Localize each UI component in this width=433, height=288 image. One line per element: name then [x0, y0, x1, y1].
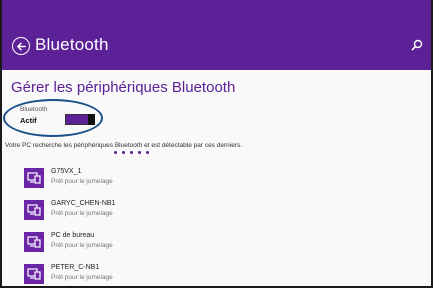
device-item[interactable]: GARYC_CHEN-NB1 Prêt pour le jumelage [24, 199, 264, 229]
computer-device-icon [24, 264, 44, 284]
computer-device-icon [24, 200, 44, 220]
content-area: Gérer les périphériques Bluetooth Blueto… [2, 70, 431, 286]
device-item[interactable]: G75VX_1 Prêt pour le jumelage [24, 167, 264, 197]
device-item[interactable]: PC de bureau Prêt pour le jumelage [24, 231, 264, 261]
device-status: Prêt pour le jumelage [51, 274, 113, 281]
device-name: G75VX_1 [51, 168, 82, 175]
progress-dot [122, 151, 125, 154]
device-status: Prêt pour le jumelage [51, 178, 113, 185]
toggle-knob [88, 114, 95, 125]
bluetooth-state-text: Actif [20, 116, 37, 125]
discovery-description: Votre PC recherche les périphériques Blu… [5, 142, 243, 149]
device-name: PETER_C-NB1 [51, 264, 100, 271]
search-icon[interactable] [411, 39, 423, 51]
progress-dot [130, 151, 133, 154]
device-item[interactable]: PETER_C-NB1 Prêt pour le jumelage [24, 263, 264, 286]
computer-device-icon [24, 168, 44, 188]
back-arrow-icon [16, 42, 26, 50]
searching-progress-dots [114, 151, 149, 154]
header-bar: Bluetooth [2, 0, 431, 70]
device-name: PC de bureau [51, 232, 95, 239]
device-list: G75VX_1 Prêt pour le jumelage GARYC_CHEN… [24, 167, 264, 286]
computer-device-icon [24, 232, 44, 252]
page-title: Gérer les périphériques Bluetooth [11, 79, 236, 96]
progress-dot [114, 151, 117, 154]
progress-dot [138, 151, 141, 154]
bluetooth-toggle[interactable] [65, 114, 95, 125]
bluetooth-label: Bluetooth [20, 106, 48, 113]
bluetooth-settings-window: Bluetooth Gérer les périphériques Blueto… [0, 0, 433, 288]
device-status: Prêt pour le jumelage [51, 242, 113, 249]
device-name: GARYC_CHEN-NB1 [51, 200, 116, 207]
device-status: Prêt pour le jumelage [51, 210, 113, 217]
header-title: Bluetooth [35, 35, 109, 54]
progress-dot [146, 151, 149, 154]
back-button[interactable] [12, 37, 30, 55]
